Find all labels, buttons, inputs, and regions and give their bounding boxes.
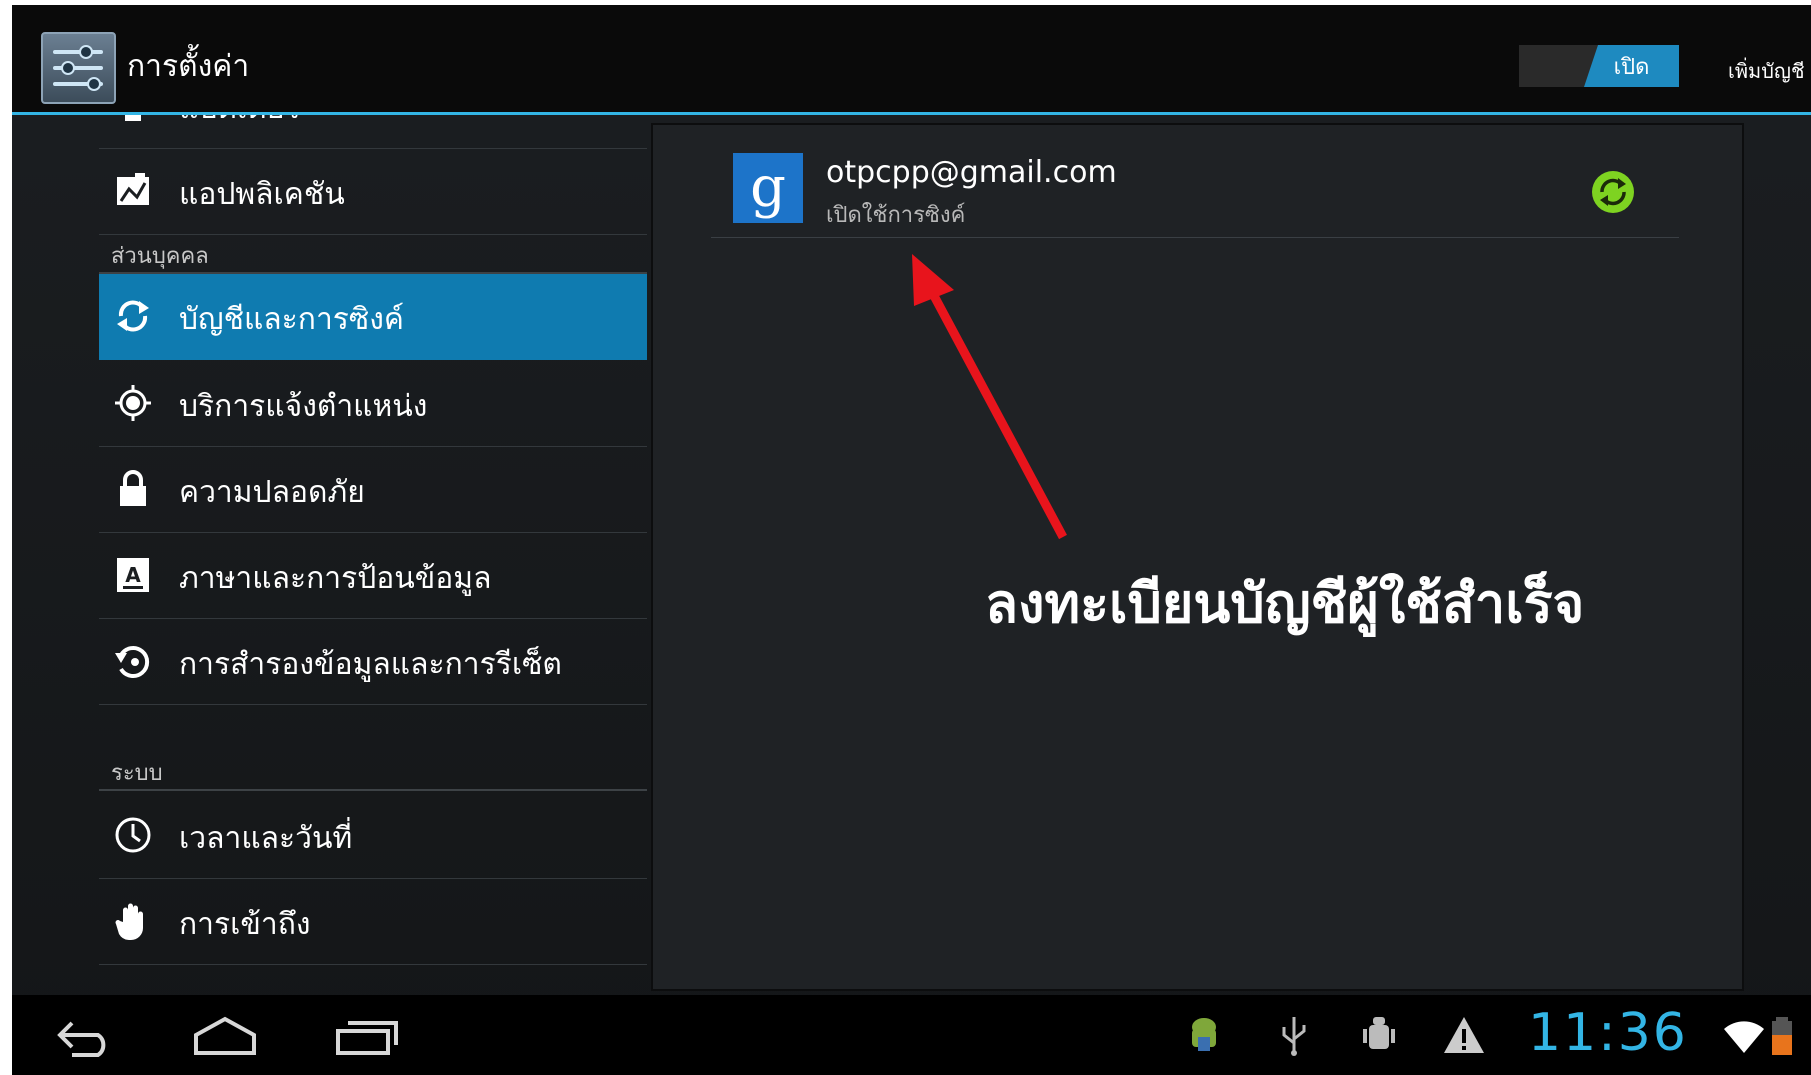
sidebar-item-label: บัญชีและการซิงค์ bbox=[179, 302, 404, 337]
sidebar-item-label: ภาษาและการป้อนข้อมูล bbox=[179, 561, 492, 596]
sidebar-item-partial[interactable] bbox=[99, 965, 647, 995]
back-icon[interactable] bbox=[48, 1013, 118, 1057]
sidebar-item-date-time[interactable]: เวลาและวันที่ bbox=[99, 793, 647, 879]
sync-ok-icon[interactable] bbox=[1591, 170, 1635, 214]
sidebar-item-language-input[interactable]: A ภาษาและการป้อนข้อมูล bbox=[99, 533, 647, 619]
annotation-caption: ลงทะเบียนบัญชีผู้ใช้สำเร็จ bbox=[985, 572, 1585, 635]
account-row[interactable]: g otpcpp@gmail.com เปิดใช้การซิงค์ bbox=[711, 135, 1679, 238]
status-clock: 11:36 bbox=[1528, 1003, 1688, 1063]
usb-icon[interactable] bbox=[1272, 1013, 1316, 1057]
wifi-icon[interactable] bbox=[1722, 1013, 1766, 1057]
lock-icon bbox=[113, 469, 153, 509]
sidebar-item-apps[interactable]: แอปพลิเคชัน bbox=[99, 149, 647, 235]
hand-icon bbox=[113, 901, 153, 941]
account-detail-panel: g otpcpp@gmail.com เปิดใช้การซิงค์ bbox=[651, 123, 1744, 991]
action-bar: การตั้งค่า เปิด เพิ่มบัญชี bbox=[12, 5, 1811, 115]
battery-status-icon[interactable] bbox=[1767, 1013, 1797, 1057]
android-debug-icon[interactable] bbox=[1357, 1013, 1401, 1057]
backup-icon bbox=[113, 641, 153, 681]
sync-master-toggle[interactable]: เปิด bbox=[1519, 45, 1679, 87]
system-nav-bar: 11:36 bbox=[12, 995, 1811, 1075]
sidebar-item-label: แอปพลิเคชัน bbox=[179, 177, 345, 212]
clock-icon bbox=[113, 815, 153, 855]
sidebar-item-label: บริการแจ้งตำแหน่ง bbox=[179, 389, 428, 424]
warning-icon[interactable] bbox=[1442, 1013, 1486, 1057]
page-title: การตั้งค่า bbox=[127, 49, 250, 84]
sidebar-item-label: การสำรองข้อมูลและการรีเซ็ต bbox=[179, 647, 562, 682]
sidebar-item-label: ความปลอดภัย bbox=[179, 475, 365, 510]
add-account-button[interactable]: เพิ่มบัญชี bbox=[1728, 55, 1805, 87]
sidebar-item-location[interactable]: บริการแจ้งตำแหน่ง bbox=[99, 361, 647, 447]
android-notification-icon[interactable] bbox=[1182, 1013, 1226, 1057]
language-icon: A bbox=[113, 555, 153, 595]
sidebar-item-backup-reset[interactable]: การสำรองข้อมูลและการรีเซ็ต bbox=[99, 619, 647, 705]
settings-app-icon[interactable] bbox=[41, 32, 116, 104]
apps-icon bbox=[113, 171, 153, 211]
sidebar-item-accessibility[interactable]: การเข้าถึง bbox=[99, 879, 647, 965]
sidebar-item-battery[interactable]: แบตเตอรี่ bbox=[99, 115, 647, 149]
account-sync-status: เปิดใช้การซิงค์ bbox=[826, 203, 966, 228]
settings-list: แบตเตอรี่ แอปพลิเคชัน ส่วนบุคคล bbox=[12, 115, 647, 995]
home-icon[interactable] bbox=[190, 1013, 260, 1057]
sidebar-item-label: เวลาและวันที่ bbox=[179, 821, 353, 856]
battery-icon bbox=[113, 115, 153, 125]
sidebar-item-accounts-sync[interactable]: บัญชีและการซิงค์ bbox=[99, 274, 647, 360]
sidebar-item-label: การเข้าถึง bbox=[179, 907, 311, 942]
sidebar-item-label: แบตเตอรี่ bbox=[179, 115, 301, 132]
google-icon: g bbox=[733, 153, 803, 223]
sidebar-item-security[interactable]: ความปลอดภัย bbox=[99, 447, 647, 533]
location-icon bbox=[113, 383, 153, 423]
svg-text:A: A bbox=[125, 563, 141, 587]
recent-apps-icon[interactable] bbox=[332, 1013, 402, 1057]
section-header-personal: ส่วนบุคคล bbox=[99, 238, 647, 274]
account-email: otpcpp@gmail.com bbox=[826, 155, 1117, 190]
section-header-system: ระบบ bbox=[99, 755, 647, 791]
sync-icon bbox=[113, 296, 153, 336]
toggle-on-label: เปิด bbox=[1584, 45, 1679, 87]
tablet-screen: การตั้งค่า เปิด เพิ่มบัญชี แบตเตอรี่ แอป… bbox=[12, 5, 1811, 1075]
